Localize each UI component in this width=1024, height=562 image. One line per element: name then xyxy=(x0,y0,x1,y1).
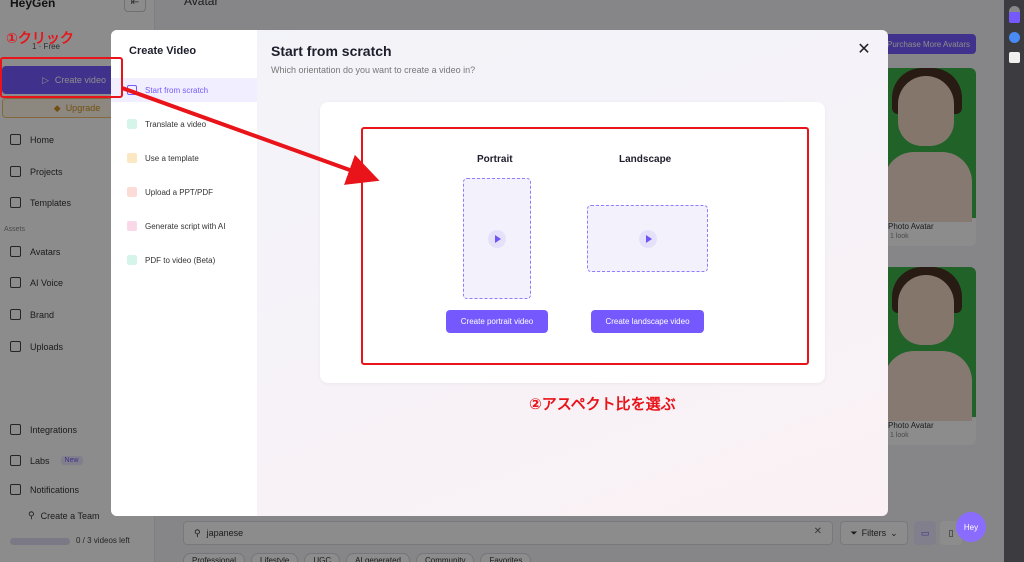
pdf-video-icon xyxy=(127,255,137,265)
modal-menu-title: Create Video xyxy=(129,45,197,57)
menu-item-label: Use a template xyxy=(145,153,199,163)
extension-icon[interactable] xyxy=(1009,32,1020,43)
close-icon[interactable]: ✕ xyxy=(856,42,872,58)
annotation-step1: ①クリック xyxy=(6,30,74,46)
chat-button[interactable]: Hey xyxy=(956,512,986,542)
menu-item-label: Start from scratch xyxy=(145,85,209,95)
menu-item-start-from-scratch[interactable]: Start from scratch xyxy=(111,78,257,102)
menu-item-label: PDF to video (Beta) xyxy=(145,255,216,265)
extension-icon[interactable] xyxy=(1009,12,1020,23)
annotation-box-orientation xyxy=(361,127,809,365)
modal-title: Start from scratch xyxy=(271,43,392,59)
play-outline-icon xyxy=(127,85,137,95)
template-icon xyxy=(127,153,137,163)
create-video-menu: Create Video Start from scratch Translat… xyxy=(111,30,257,516)
menu-item-upload-ppt-pdf[interactable]: Upload a PPT/PDF xyxy=(111,180,257,204)
menu-item-label: Translate a video xyxy=(145,119,207,129)
menu-item-pdf-to-video[interactable]: PDF to video (Beta) xyxy=(111,248,257,272)
translate-icon xyxy=(127,119,137,129)
menu-item-label: Upload a PPT/PDF xyxy=(145,187,214,197)
menu-item-translate-video[interactable]: Translate a video xyxy=(111,112,257,136)
document-icon xyxy=(127,187,137,197)
menu-item-use-template[interactable]: Use a template xyxy=(111,146,257,170)
modal-subtitle: Which orientation do you want to create … xyxy=(271,65,476,75)
annotation-step2: ②アスペクト比を選ぶ xyxy=(529,396,676,413)
ai-script-icon xyxy=(127,221,137,231)
menu-item-generate-script[interactable]: Generate script with AI xyxy=(111,214,257,238)
annotation-box-create xyxy=(0,57,123,98)
menu-item-label: Generate script with AI xyxy=(145,221,226,231)
browser-extension-strip xyxy=(1004,0,1024,562)
amazon-icon[interactable] xyxy=(1009,52,1020,63)
